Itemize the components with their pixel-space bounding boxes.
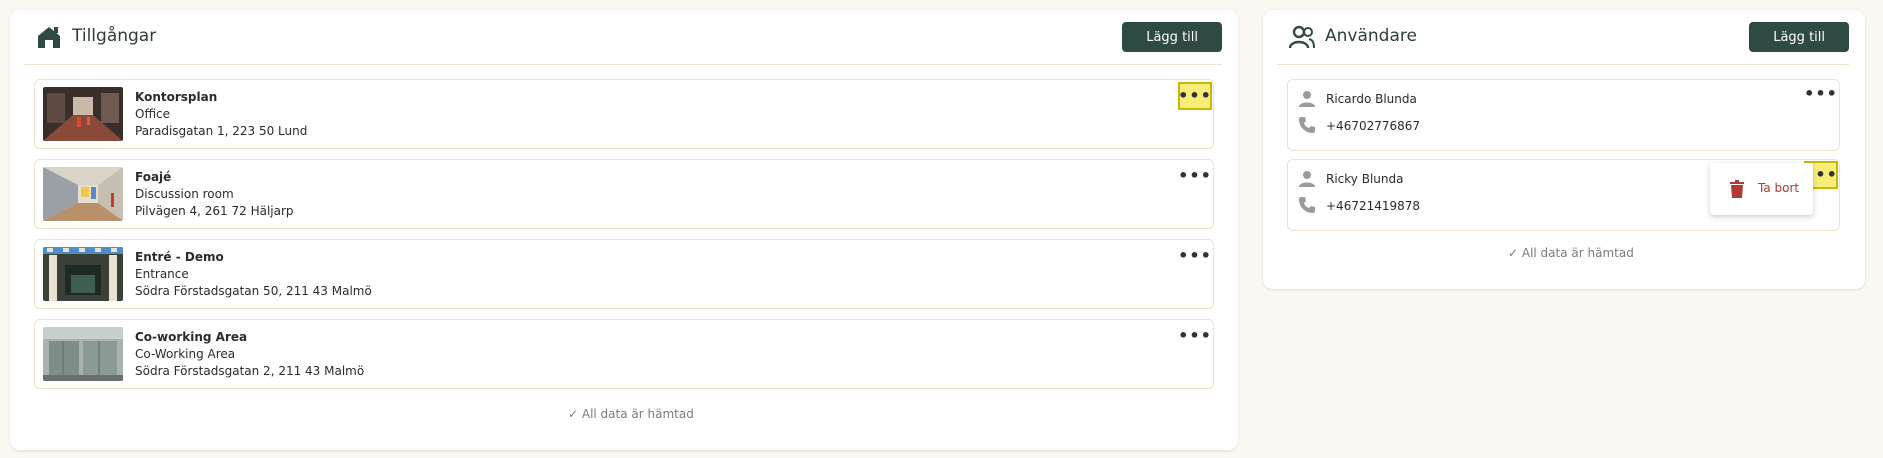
more-icon: ••• — [1178, 86, 1212, 105]
user-name: Ricky Blunda — [1326, 172, 1404, 186]
asset-menu-button[interactable]: ••• — [1178, 82, 1212, 110]
more-icon: ••• — [1804, 84, 1838, 103]
asset-menu-button[interactable]: ••• — [1178, 322, 1212, 350]
phone-icon — [1299, 117, 1315, 133]
users-icon — [1289, 25, 1315, 49]
asset-menu-button[interactable]: ••• — [1178, 162, 1212, 190]
asset-thumbnail — [43, 327, 123, 381]
asset-name: Kontorsplan — [135, 90, 218, 104]
assets-panel: Tillgångar Lägg till Kontorsplan Office … — [10, 10, 1238, 450]
house-icon — [38, 27, 60, 48]
users-header: Användare Lägg till — [1277, 10, 1849, 65]
person-icon — [1299, 91, 1315, 107]
person-icon — [1299, 171, 1315, 187]
assets-status: ✓ All data är hämtad — [568, 407, 694, 421]
assets-header: Tillgångar Lägg till — [24, 10, 1222, 65]
user-card-ricardo-blunda[interactable]: Ricardo Blunda +46702776867 ••• — [1287, 79, 1840, 151]
asset-thumbnail — [43, 167, 123, 221]
asset-name: Foajé — [135, 170, 172, 184]
asset-menu-button[interactable]: ••• — [1178, 242, 1212, 270]
asset-address: Södra Förstadsgatan 2, 211 43 Malmö — [135, 364, 365, 378]
asset-name: Co-working Area — [135, 330, 248, 344]
user-phone: +46721419878 — [1326, 199, 1421, 213]
asset-address: Södra Förstadsgatan 50, 211 43 Malmö — [135, 284, 372, 298]
trash-icon — [1730, 180, 1744, 198]
users-title: Användare — [1325, 26, 1417, 46]
phone-icon — [1299, 197, 1315, 213]
asset-type: Co-Working Area — [135, 347, 236, 361]
asset-address: Paradisgatan 1, 223 50 Lund — [135, 124, 308, 138]
delete-user-menu-item[interactable]: Ta bort — [1710, 163, 1813, 215]
more-icon: ••• — [1178, 326, 1212, 345]
asset-name: Entré - Demo — [135, 250, 224, 264]
user-menu-button[interactable]: ••• — [1804, 80, 1838, 108]
asset-type: Discussion room — [135, 187, 234, 201]
user-context-menu: Ta bort — [1710, 163, 1813, 215]
asset-type: Office — [135, 107, 171, 121]
add-user-button[interactable]: Lägg till — [1749, 22, 1849, 52]
assets-title: Tillgångar — [72, 26, 157, 46]
delete-label: Ta bort — [1758, 181, 1800, 195]
asset-card-foaje[interactable]: Foajé Discussion room Pilvägen 4, 261 72… — [34, 159, 1214, 229]
asset-type: Entrance — [135, 267, 189, 281]
asset-card-kontorsplan[interactable]: Kontorsplan Office Paradisgatan 1, 223 5… — [34, 79, 1214, 149]
users-panel: Användare Lägg till Ricardo Blunda +4670… — [1263, 10, 1865, 289]
user-name: Ricardo Blunda — [1326, 92, 1417, 106]
user-phone: +46702776867 — [1326, 119, 1421, 133]
asset-card-co-working-area[interactable]: Co-working Area Co-Working Area Södra Fö… — [34, 319, 1214, 389]
users-status: ✓ All data är hämtad — [1508, 246, 1634, 260]
asset-card-entre-demo[interactable]: Entré - Demo Entrance Södra Förstadsgata… — [34, 239, 1214, 309]
add-asset-button[interactable]: Lägg till — [1122, 22, 1222, 52]
asset-thumbnail — [43, 247, 123, 301]
more-icon: ••• — [1178, 166, 1212, 185]
asset-address: Pilvägen 4, 261 72 Häljarp — [135, 204, 294, 218]
asset-thumbnail — [43, 87, 123, 141]
more-icon: ••• — [1178, 246, 1212, 265]
